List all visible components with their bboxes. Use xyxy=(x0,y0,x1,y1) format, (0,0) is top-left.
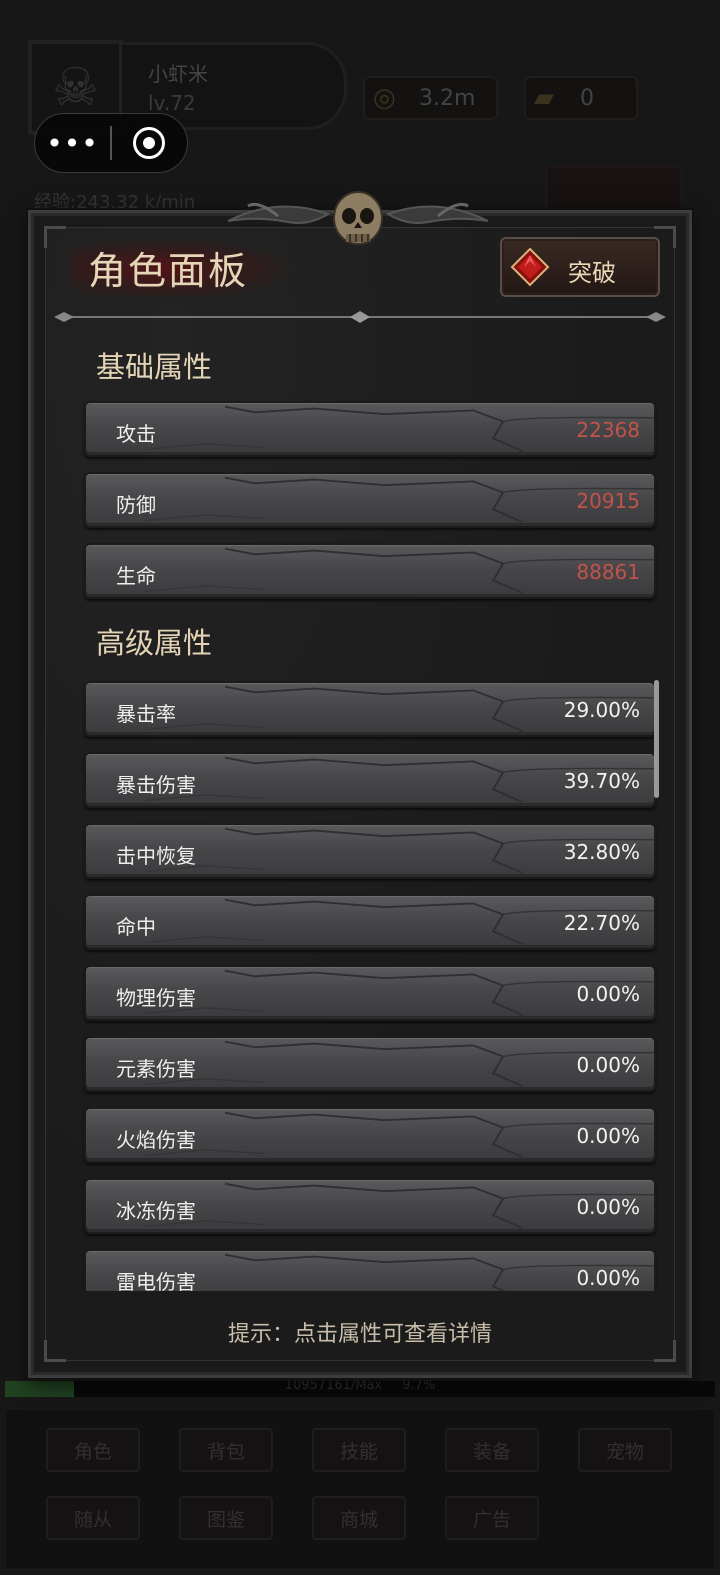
nav-button[interactable]: 广告 xyxy=(445,1496,539,1540)
stat-row[interactable]: 击中恢复 32.80% xyxy=(84,823,656,879)
break-button-label: 突破 xyxy=(568,259,616,287)
nav-button[interactable]: 装备 xyxy=(445,1428,539,1472)
stat-label: 物理伤害 xyxy=(116,986,196,1010)
title-divider xyxy=(54,311,666,323)
stat-value: 88861 xyxy=(576,560,640,584)
player-name: 小虾米 xyxy=(148,62,208,86)
panel-title: 角色面板 xyxy=(88,249,249,293)
stat-row[interactable]: 火焰伤害 0.00% xyxy=(84,1107,656,1163)
stat-label: 元素伤害 xyxy=(116,1057,196,1081)
stat-value: 0.00% xyxy=(576,1053,640,1077)
background-event-button xyxy=(546,166,682,212)
gold-bars-icon: ▰ xyxy=(534,83,554,113)
skull-gear-icon: ☠ xyxy=(52,57,99,118)
coins-icon: ◎ xyxy=(373,83,396,113)
hint-text: 提示：点击属性可查看详情 xyxy=(227,1322,492,1347)
stat-label: 生命 xyxy=(116,564,156,588)
stats-scroll-area[interactable]: 攻击 22368 防御 20915 生命 88861 暴击率 29.00% 暴击伤害 39.70%… xyxy=(80,395,662,1291)
stat-value: 0.00% xyxy=(576,1124,640,1148)
stat-value: 0.00% xyxy=(576,1195,640,1219)
stat-value: 0.00% xyxy=(576,1266,640,1290)
stat-label: 防御 xyxy=(116,493,156,517)
stat-row[interactable]: 命中 22.70% xyxy=(84,894,656,950)
close-target-icon[interactable] xyxy=(112,127,187,159)
stat-label: 命中 xyxy=(116,915,156,939)
ingot-resource[interactable]: ▰ 0 xyxy=(524,76,638,120)
ingot-amount: 0 xyxy=(580,85,594,111)
basic-attributes-heading: 基础属性 xyxy=(96,350,213,384)
close-ring xyxy=(133,127,166,159)
stat-row[interactable]: 暴击伤害 39.70% xyxy=(84,752,656,808)
stat-value: 0.00% xyxy=(576,982,640,1006)
stat-label: 攻击 xyxy=(116,422,156,446)
stat-row[interactable]: 攻击 22368 xyxy=(84,401,656,457)
player-level: lv.72 xyxy=(148,91,196,115)
nav-button[interactable]: 技能 xyxy=(312,1428,406,1472)
stat-row[interactable]: 生命 88861 xyxy=(84,543,656,599)
close-dot xyxy=(143,137,156,149)
nav-button[interactable]: 图鉴 xyxy=(179,1496,273,1540)
stat-label: 雷电伤害 xyxy=(116,1270,196,1291)
stat-value: 29.00% xyxy=(563,698,640,722)
stat-value: 22.70% xyxy=(563,911,640,935)
more-dots-icon[interactable]: ••• xyxy=(35,127,110,160)
exp-progress-text: 10957161/Max 9.7% xyxy=(0,1378,720,1393)
exp-progress-value: 10957161/Max xyxy=(284,1378,383,1393)
gold-amount: 3.2m xyxy=(419,85,476,111)
stat-value: 20915 xyxy=(576,489,640,513)
game-screen: ☠ 小虾米 lv.72 ◎ 3.2m ▰ 0 经验:243.32 k/min 1… xyxy=(0,0,720,1575)
stat-label: 击中恢复 xyxy=(116,844,196,868)
gold-resource[interactable]: ◎ 3.2m xyxy=(363,76,498,120)
stat-row[interactable]: 物理伤害 0.00% xyxy=(84,965,656,1021)
nav-button[interactable]: 角色 xyxy=(46,1428,140,1472)
nav-button[interactable]: 商城 xyxy=(312,1496,406,1540)
stats-scrollbar[interactable] xyxy=(654,680,659,798)
stat-value: 39.70% xyxy=(563,769,640,793)
stat-value: 22368 xyxy=(576,418,640,442)
stat-row[interactable]: 暴击率 29.00% xyxy=(84,681,656,737)
nav-button[interactable]: 随从 xyxy=(46,1496,140,1540)
nav-button[interactable]: 背包 xyxy=(179,1428,273,1472)
stat-row[interactable]: 冰冻伤害 0.00% xyxy=(84,1178,656,1234)
stat-label: 火焰伤害 xyxy=(116,1128,196,1152)
stat-row[interactable]: 雷电伤害 0.00% xyxy=(84,1249,656,1291)
bottom-nav: 角色 背包 技能 装备 宠物随从 图鉴 商城 广告 xyxy=(4,1408,716,1570)
red-gem-icon xyxy=(510,247,550,287)
exp-progress-percent: 9.7% xyxy=(402,1378,436,1393)
stat-row[interactable]: 元素伤害 0.00% xyxy=(84,1036,656,1092)
stat-label: 冰冻伤害 xyxy=(116,1199,196,1223)
corner-ornament xyxy=(44,226,66,248)
nav-button[interactable]: 宠物 xyxy=(578,1428,672,1472)
stat-label: 暴击率 xyxy=(116,702,176,726)
stat-value: 32.80% xyxy=(563,840,640,864)
miniprogram-capsule: ••• xyxy=(34,113,188,173)
stat-row[interactable]: 防御 20915 xyxy=(84,472,656,528)
stat-label: 暴击伤害 xyxy=(116,773,196,797)
break-button[interactable]: 突破 xyxy=(500,237,660,297)
